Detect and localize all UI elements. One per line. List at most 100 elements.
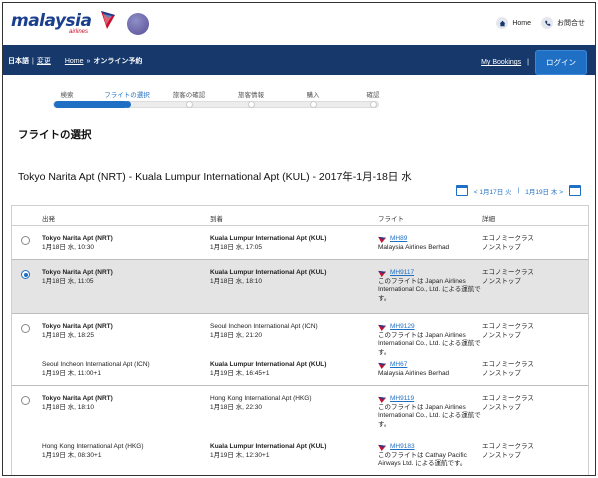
flight-option-radio-selected[interactable] bbox=[21, 270, 30, 279]
cabin-class: エコノミークラス bbox=[482, 443, 534, 450]
top-header: malaysia airlines Home お問合せ bbox=[3, 3, 595, 45]
breadcrumb: 日本語 | 変更 Home » オンライン予約 bbox=[8, 56, 142, 66]
previous-day-link[interactable]: < 1月17日 火 bbox=[474, 186, 512, 196]
flight-number-link[interactable]: MH9117 bbox=[390, 269, 414, 278]
flight-number-link[interactable]: MH9183 bbox=[390, 443, 415, 452]
login-button[interactable]: ログイン bbox=[535, 50, 587, 75]
flight-operator: このフライトは Japan Airlines International Co.… bbox=[378, 403, 481, 428]
arrival-time: 1月18日 水, 17:05 bbox=[210, 243, 263, 251]
calendar-prev-icon[interactable] bbox=[455, 185, 468, 196]
header-details: 詳細 bbox=[482, 216, 495, 223]
step-purchase: 購入 bbox=[306, 92, 320, 99]
flight-number-link[interactable]: MH89 bbox=[390, 235, 407, 244]
step-passenger-confirm: 旅客の確認 bbox=[172, 92, 206, 99]
change-language-link[interactable]: 変更 bbox=[37, 56, 51, 66]
table-header: 出発 到着 フライト 詳細 bbox=[12, 206, 588, 226]
table-row-selected[interactable]: Tokyo Narita Apt (NRT) 1月18日 水, 11:05 Ku… bbox=[12, 260, 588, 314]
logo-subtext: airlines bbox=[69, 29, 89, 35]
nav-bar: 日本語 | 変更 Home » オンライン予約 My Bookings | ログ… bbox=[3, 45, 595, 75]
flight-option-radio[interactable] bbox=[21, 236, 30, 245]
cabin-class: エコノミークラス bbox=[482, 235, 534, 242]
progress-dot-active bbox=[124, 101, 131, 108]
table-row[interactable]: Tokyo Narita Apt (NRT) 1月18日 水, 18:25 Se… bbox=[12, 314, 588, 356]
flight-operator: Malaysia Airlines Berhad bbox=[378, 243, 450, 251]
arrival-airport: Kuala Lumpur International Apt (KUL) bbox=[210, 269, 327, 276]
home-icon bbox=[496, 17, 509, 29]
next-day-link[interactable]: 1月19日 木 > bbox=[525, 186, 563, 196]
departure-airport: Tokyo Narita Apt (NRT) bbox=[42, 235, 113, 242]
date-separator: | bbox=[517, 187, 520, 194]
step-confirmation: 確認 bbox=[366, 92, 380, 99]
flight-operator: このフライトは Japan Airlines International Co.… bbox=[378, 277, 481, 302]
flight-number-link[interactable]: MH67 bbox=[390, 361, 407, 370]
stops: ノンストップ bbox=[482, 451, 521, 459]
cabin-class: エコノミークラス bbox=[482, 395, 534, 402]
route-title: Tokyo Narita Apt (NRT) - Kuala Lumpur In… bbox=[18, 171, 412, 183]
header-arrival: 到着 bbox=[210, 216, 223, 223]
progress-dot bbox=[310, 101, 317, 108]
flight-operator: このフライトは Cathay Pacific Airways Ltd. による運… bbox=[378, 451, 467, 468]
progress-fill bbox=[54, 101, 128, 108]
departure-airport: Hong Kong International Apt (HKG) bbox=[42, 443, 144, 450]
cabin-class: エコノミークラス bbox=[482, 361, 534, 368]
departure-airport: Tokyo Narita Apt (NRT) bbox=[42, 395, 113, 402]
table-row[interactable]: Tokyo Narita Apt (NRT) 1月18日 水, 10:30 Ku… bbox=[12, 226, 588, 260]
table-row[interactable]: Hong Kong International Apt (HKG) 1月19日 … bbox=[12, 434, 588, 475]
language-label: 日本語 bbox=[8, 58, 29, 65]
arrival-airport: Seoul Incheon International Apt (ICN) bbox=[210, 323, 318, 330]
mh-kite-icon bbox=[378, 270, 386, 277]
calendar-next-icon[interactable] bbox=[569, 185, 581, 196]
mh-kite-icon bbox=[378, 236, 386, 243]
mh-kite-icon bbox=[378, 396, 386, 403]
breadcrumb-arrow: » bbox=[86, 57, 91, 65]
flight-option-radio[interactable] bbox=[21, 324, 30, 333]
kite-logo-icon bbox=[101, 11, 115, 29]
mh-kite-icon bbox=[378, 444, 386, 451]
arrival-time: 1月18日 水, 21:20 bbox=[210, 331, 263, 339]
my-bookings-link[interactable]: My Bookings bbox=[481, 59, 521, 66]
cabin-class: エコノミークラス bbox=[482, 269, 534, 276]
departure-airport: Tokyo Narita Apt (NRT) bbox=[42, 323, 113, 330]
booking-progress: 検索 フライトの選択 旅客の確認 旅客情報 購入 確認 bbox=[43, 85, 393, 115]
home-link[interactable]: Home bbox=[496, 17, 531, 29]
table-row[interactable]: Tokyo Narita Apt (NRT) 1月18日 水, 18:10 Ho… bbox=[12, 386, 588, 434]
arrival-time: 1月18日 水, 22:30 bbox=[210, 403, 263, 411]
flight-number-link[interactable]: MH9129 bbox=[390, 323, 415, 332]
departure-time: 1月19日 木, 08:30+1 bbox=[42, 451, 102, 459]
departure-time: 1月18日 水, 10:30 bbox=[42, 243, 95, 251]
breadcrumb-current: オンライン予約 bbox=[93, 58, 143, 65]
arrival-airport: Hong Kong International Apt (HKG) bbox=[210, 395, 312, 402]
departure-airport: Seoul Incheon International Apt (ICN) bbox=[42, 361, 150, 368]
oneworld-logo-icon bbox=[127, 13, 149, 35]
mh-kite-icon bbox=[378, 362, 386, 369]
flight-number-link[interactable]: MH9119 bbox=[390, 395, 414, 404]
flight-option-radio[interactable] bbox=[21, 396, 30, 405]
phone-icon bbox=[541, 17, 553, 29]
nav-right-separator: | bbox=[527, 59, 529, 66]
departure-time: 1月18日 水, 11:05 bbox=[42, 277, 94, 285]
stops: ノンストップ bbox=[482, 331, 521, 339]
step-select-flight: フライトの選択 bbox=[104, 92, 150, 99]
progress-dot bbox=[248, 101, 255, 108]
step-passenger-info: 旅客情報 bbox=[238, 92, 264, 99]
date-navigation: < 1月17日 火 | 1月19日 木 > bbox=[455, 185, 581, 196]
breadcrumb-separator: | bbox=[32, 57, 34, 65]
table-row[interactable]: Seoul Incheon International Apt (ICN) 1月… bbox=[12, 356, 588, 386]
departure-time: 1月19日 木, 11:00+1 bbox=[42, 369, 101, 377]
page-title: フライトの選択 bbox=[18, 129, 92, 141]
nav-right: My Bookings | ログイン bbox=[481, 50, 587, 75]
progress-track bbox=[53, 101, 379, 108]
mh-kite-icon bbox=[378, 324, 386, 331]
contact-link[interactable]: お問合せ bbox=[541, 17, 585, 29]
progress-dot bbox=[186, 101, 193, 108]
flights-table: 出発 到着 フライト 詳細 Tokyo Narita Apt (NRT) 1月1… bbox=[11, 205, 589, 475]
stops: ノンストップ bbox=[482, 277, 521, 285]
breadcrumb-home-link[interactable]: Home bbox=[65, 58, 84, 65]
departure-airport: Tokyo Narita Apt (NRT) bbox=[42, 269, 113, 276]
home-link-label: Home bbox=[512, 19, 531, 27]
stops: ノンストップ bbox=[482, 403, 521, 411]
departure-time: 1月18日 水, 18:25 bbox=[42, 331, 95, 339]
flight-operator: Malaysia Airlines Berhad bbox=[378, 369, 450, 377]
malaysia-airlines-logo[interactable]: malaysia airlines bbox=[11, 11, 115, 35]
step-search: 検索 bbox=[60, 92, 74, 99]
